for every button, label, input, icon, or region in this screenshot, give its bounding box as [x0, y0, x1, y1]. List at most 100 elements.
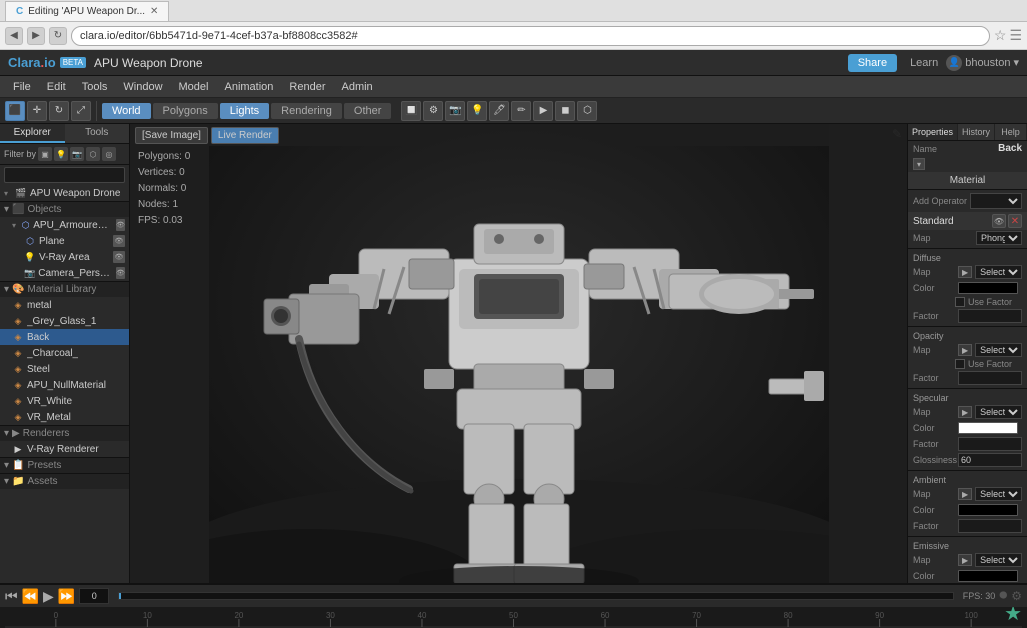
emissive-map-select[interactable]: Select Image	[975, 553, 1022, 567]
menu-admin[interactable]: Admin	[333, 79, 380, 95]
diffuse-map-arrow-btn[interactable]: ▶	[958, 266, 972, 278]
filter-icon-3[interactable]: 📷	[70, 147, 84, 161]
help-tab[interactable]: Help	[995, 124, 1027, 140]
tree-item-null-material[interactable]: ◈ APU_NullMaterial	[0, 377, 129, 393]
tree-item-metal[interactable]: ◈ metal	[0, 297, 129, 313]
play-btn[interactable]: ▶	[43, 588, 54, 605]
timeline-track[interactable]	[118, 592, 953, 600]
tb-btn-5[interactable]: 🖊	[489, 101, 509, 121]
specular-factor-input[interactable]	[958, 437, 1022, 451]
tree-item-charcoal[interactable]: ◈ _Charcoal_	[0, 345, 129, 361]
tree-item-armoured[interactable]: ▾ ⬡ APU_Armoured_Pers... 👁	[0, 217, 129, 233]
timeline-settings-btn[interactable]: ⚙	[1011, 589, 1022, 603]
tree-item-grey-glass[interactable]: ◈ _Grey_Glass_1	[0, 313, 129, 329]
select-tool-btn[interactable]: ⬛	[5, 101, 25, 121]
learn-button[interactable]: Learn	[910, 57, 938, 69]
armoured-vis-icon[interactable]: 👁	[116, 219, 125, 231]
collapse-btn[interactable]: ▾	[913, 158, 925, 170]
plane-vis-icon[interactable]: 👁	[113, 235, 125, 247]
ambient-map-arrow-btn[interactable]: ▶	[958, 488, 972, 500]
filter-icon-2[interactable]: 💡	[54, 147, 68, 161]
tree-item-camera[interactable]: 📷 Camera_Perspective3 👁	[0, 265, 129, 281]
history-tab[interactable]: History	[958, 124, 995, 140]
tb-btn-8[interactable]: ◼	[555, 101, 575, 121]
renderers-section-header[interactable]: ▾ ▶ Renderers	[0, 425, 129, 441]
timeline-ruler[interactable]: 0 10 20 30 40 50 60 70 80	[0, 607, 1027, 628]
objects-section-header[interactable]: ▾ ⬛ Objects	[0, 201, 129, 217]
material-library-section-header[interactable]: ▾ 🎨 Material Library	[0, 281, 129, 297]
tools-tab[interactable]: Tools	[65, 124, 130, 143]
specular-map-arrow-btn[interactable]: ▶	[958, 406, 972, 418]
menu-animation[interactable]: Animation	[216, 79, 281, 95]
opacity-map-select[interactable]: Select Image	[975, 343, 1022, 357]
tree-item-vray-renderer[interactable]: ▶ V-Ray Renderer	[0, 441, 129, 457]
menu-model[interactable]: Model	[171, 79, 217, 95]
search-input[interactable]	[4, 167, 125, 183]
ambient-map-select[interactable]: Select Image	[975, 487, 1022, 501]
filter-icon-4[interactable]: ⬡	[86, 147, 100, 161]
ambient-factor-input[interactable]	[958, 519, 1022, 533]
address-bar[interactable]: clara.io/editor/6bb5471d-9e71-4cef-b37a-…	[71, 26, 990, 46]
explorer-tab[interactable]: Explorer	[0, 124, 65, 143]
tree-root[interactable]: ▾ 🎬 APU Weapon Drone	[0, 185, 129, 201]
tb-btn-4[interactable]: 💡	[467, 101, 487, 121]
specular-color-swatch[interactable]	[958, 422, 1018, 434]
tb-btn-6[interactable]: ✏	[511, 101, 531, 121]
polygons-tab[interactable]: Polygons	[153, 103, 218, 119]
tree-item-steel[interactable]: ◈ Steel	[0, 361, 129, 377]
share-button[interactable]: Share	[848, 54, 897, 72]
step-fwd-btn[interactable]: ⏩	[58, 588, 75, 605]
material-type-select[interactable]: Phong	[976, 231, 1022, 245]
tree-item-plane[interactable]: ⬡ Plane 👁	[0, 233, 129, 249]
forward-btn[interactable]: ▶	[27, 27, 45, 45]
ambient-color-swatch[interactable]	[958, 504, 1018, 516]
emissive-color-swatch[interactable]	[958, 570, 1018, 582]
active-tab[interactable]: C Editing 'APU Weapon Dr... ✕	[5, 1, 169, 21]
filter-icon-1[interactable]: ▣	[38, 147, 52, 161]
user-menu[interactable]: 👤 bhouston ▾	[946, 55, 1019, 71]
reload-btn[interactable]: ↻	[49, 27, 67, 45]
properties-tab[interactable]: Properties	[908, 124, 958, 140]
menu-edit[interactable]: Edit	[39, 79, 74, 95]
camera-vis-icon[interactable]: 👁	[116, 267, 125, 279]
add-operator-select[interactable]	[970, 193, 1022, 209]
tab-close-btn[interactable]: ✕	[150, 6, 158, 17]
standard-close-icon[interactable]: ✕	[1008, 214, 1022, 228]
world-tab[interactable]: World	[102, 103, 151, 119]
menu-tools[interactable]: Tools	[74, 79, 116, 95]
specular-map-select[interactable]: Select Image	[975, 405, 1022, 419]
tree-item-vr-metal[interactable]: ◈ VR_Metal	[0, 409, 129, 425]
current-time-input[interactable]	[79, 588, 109, 604]
scale-tool-btn[interactable]: ⤢	[71, 101, 91, 121]
tb-btn-9[interactable]: ⬡	[577, 101, 597, 121]
menu-render[interactable]: Render	[281, 79, 333, 95]
tb-btn-2[interactable]: ⚙	[423, 101, 443, 121]
opacity-map-arrow-btn[interactable]: ▶	[958, 344, 972, 356]
diffuse-map-select[interactable]: Select Image	[975, 265, 1022, 279]
lights-tab[interactable]: Lights	[220, 103, 269, 119]
bookmark-icon[interactable]: ☆	[994, 27, 1007, 44]
green-star-icon[interactable]: ★	[1004, 607, 1022, 626]
assets-section-header[interactable]: ▾ 📁 Assets	[0, 473, 129, 489]
menu-icon[interactable]: ☰	[1009, 27, 1022, 44]
rotate-tool-btn[interactable]: ↻	[49, 101, 69, 121]
step-back-btn[interactable]: ⏪	[22, 588, 39, 605]
presets-section-header[interactable]: ▾ 📋 Presets	[0, 457, 129, 473]
diffuse-factor-input[interactable]	[958, 309, 1022, 323]
menu-window[interactable]: Window	[115, 79, 170, 95]
glossiness-input[interactable]	[958, 453, 1022, 467]
go-start-btn[interactable]: ⏮	[5, 588, 18, 605]
tree-item-back[interactable]: ◈ Back	[0, 329, 129, 345]
record-btn[interactable]: ⏺	[999, 587, 1007, 605]
tb-btn-7[interactable]: ▶	[533, 101, 553, 121]
back-btn[interactable]: ◀	[5, 27, 23, 45]
move-tool-btn[interactable]: ✛	[27, 101, 47, 121]
filter-icon-5[interactable]: ◎	[102, 147, 116, 161]
tree-item-vr-white[interactable]: ◈ VR_White	[0, 393, 129, 409]
standard-eye-icon[interactable]: 👁	[992, 214, 1006, 228]
other-tab[interactable]: Other	[344, 103, 392, 119]
tree-item-vray-area[interactable]: 💡 V-Ray Area 👁	[0, 249, 129, 265]
vp-save-image-btn[interactable]: [Save Image]	[135, 127, 208, 144]
menu-file[interactable]: File	[5, 79, 39, 95]
diffuse-color-swatch[interactable]	[958, 282, 1018, 294]
